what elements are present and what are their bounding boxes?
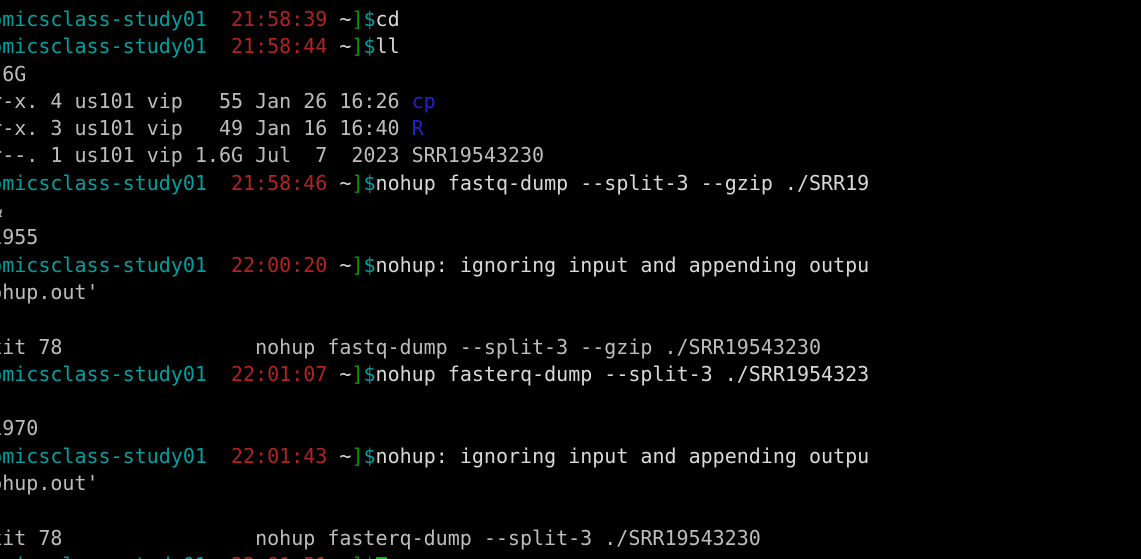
job-status-text: + Exit 78 nohup fastq-dump --split-3 --g…	[0, 334, 821, 359]
prompt-dollar: $	[363, 361, 376, 386]
prompt-gap	[207, 34, 231, 58]
output-text: o 'nohup.out'	[0, 471, 99, 496]
terminal-window[interactable]: 101@omicsclass-study01 21:58:39 ~]$cd101…	[0, 0, 1141, 559]
terminal-line: 101@omicsclass-study01 21:58:46 ~]$nohup…	[0, 170, 1141, 197]
job-status-text: + Exit 78 nohup fasterq-dump --split-3 .…	[0, 525, 761, 550]
prompt-path: ~	[327, 170, 352, 195]
prompt-dollar: $	[363, 553, 375, 559]
terminal-line: 3191955	[0, 224, 1141, 251]
prompt-path: ~	[327, 7, 352, 31]
prompt-timestamp: 21:58:46	[231, 170, 328, 195]
terminal-line: xr-xr-x. 4 us101 vip 55 Jan 26 16:26 cp	[0, 88, 1141, 115]
prompt-path: ~	[327, 443, 352, 468]
prompt-path: ~	[327, 34, 352, 59]
output-text: -r--r--. 1 us101 vip 1.6G Jul 7 2023 SRR…	[0, 143, 545, 168]
prompt-dollar: $	[363, 34, 376, 59]
terminal-line: xr-xr-x. 3 us101 vip 49 Jan 16 16:40 R	[0, 115, 1141, 142]
prompt-path: ~	[327, 361, 352, 386]
listing-entry-name: cp	[411, 88, 436, 113]
prompt-bracket: ]	[351, 34, 364, 59]
prompt-dollar: $	[363, 252, 376, 277]
prompt-path: ~	[327, 252, 352, 277]
terminal-line: 101@omicsclass-study01 22:00:20 ~]$nohup…	[0, 252, 1141, 279]
prompt-timestamp: 21:58:39	[231, 7, 328, 31]
prompt-bracket: ]	[351, 361, 364, 386]
terminal-line: 101@omicsclass-study01 22:01:51 ~]$	[0, 552, 1141, 559]
output-text: 230 &	[0, 198, 2, 222]
prompt-hostname: omicsclass-study01	[0, 252, 207, 277]
prompt-gap	[207, 253, 231, 277]
prompt-timestamp: 22:01:43	[231, 443, 328, 468]
prompt-gap	[207, 553, 231, 559]
terminal-line: 3191970	[0, 415, 1141, 442]
prompt-hostname: omicsclass-study01	[0, 7, 207, 31]
command-text: nohup fasterq-dump --split-3 ./SRR195432…	[375, 361, 870, 386]
prompt-gap	[207, 362, 231, 386]
listing-details: xr-xr-x. 3 us101 vip 49 Jan 16 16:40	[0, 116, 400, 141]
prompt-hostname: omicsclass-study01	[0, 34, 207, 59]
terminal-line: + Exit 78 nohup fastq-dump --split-3 --g…	[0, 334, 1141, 361]
prompt-timestamp: 22:01:51	[231, 553, 327, 559]
prompt-gap	[207, 7, 231, 31]
terminal-line: o 'nohup.out'	[0, 470, 1141, 497]
terminal-line: 101@omicsclass-study01 22:01:43 ~]$nohup…	[0, 443, 1141, 470]
prompt-dollar: $	[363, 443, 376, 468]
command-text: nohup: ignoring input and appending outp…	[375, 443, 870, 468]
prompt-gap	[207, 171, 231, 195]
prompt-timestamp: 22:00:20	[231, 252, 328, 277]
output-text: o 'nohup.out'	[0, 279, 99, 304]
listing-entry-name: R	[411, 116, 424, 141]
command-text: ll	[375, 34, 400, 59]
prompt-bracket: ]	[351, 7, 364, 31]
terminal-line: 101@omicsclass-study01 21:58:39 ~]$cd	[0, 6, 1141, 33]
listing-details: xr-xr-x. 4 us101 vip 55 Jan 26 16:26	[0, 88, 400, 113]
terminal-line: 230 &	[0, 197, 1141, 224]
prompt-bracket: ]	[351, 553, 363, 559]
command-text: nohup fastq-dump --split-3 --gzip ./SRR1…	[375, 170, 870, 195]
terminal-line: s	[0, 497, 1141, 524]
prompt-bracket: ]	[351, 252, 364, 277]
prompt-dollar: $	[363, 7, 376, 31]
terminal-line: + Exit 78 nohup fasterq-dump --split-3 .…	[0, 525, 1141, 552]
output-text: al 1.6G	[0, 61, 27, 86]
terminal-line: -r--r--. 1 us101 vip 1.6G Jul 7 2023 SRR…	[0, 142, 1141, 169]
output-text: 3191970	[0, 416, 39, 441]
terminal-screen[interactable]: 101@omicsclass-study01 21:58:39 ~]$cd101…	[0, 6, 1141, 559]
prompt-hostname: omicsclass-study01	[0, 443, 207, 468]
command-text: nohup: ignoring input and appending outp…	[375, 252, 870, 277]
prompt-bracket: ]	[351, 170, 364, 195]
command-text: cd	[375, 7, 400, 31]
prompt-hostname: omicsclass-study01	[0, 361, 207, 386]
output-text: 3191955	[0, 225, 39, 250]
prompt-gap	[207, 444, 231, 468]
terminal-line: 101@omicsclass-study01 21:58:44 ~]$ll	[0, 33, 1141, 60]
prompt-hostname: omicsclass-study01	[0, 553, 207, 559]
prompt-bracket: ]	[351, 443, 364, 468]
prompt-path: ~	[327, 553, 351, 559]
prompt-timestamp: 21:58:44	[231, 34, 328, 59]
prompt-dollar: $	[363, 170, 376, 195]
terminal-line: o 'nohup.out'	[0, 279, 1141, 306]
terminal-line: 101@omicsclass-study01 22:01:07 ~]$nohup…	[0, 361, 1141, 388]
prompt-timestamp: 22:01:07	[231, 361, 328, 386]
terminal-line: al 1.6G	[0, 61, 1141, 88]
prompt-hostname: omicsclass-study01	[0, 170, 207, 195]
